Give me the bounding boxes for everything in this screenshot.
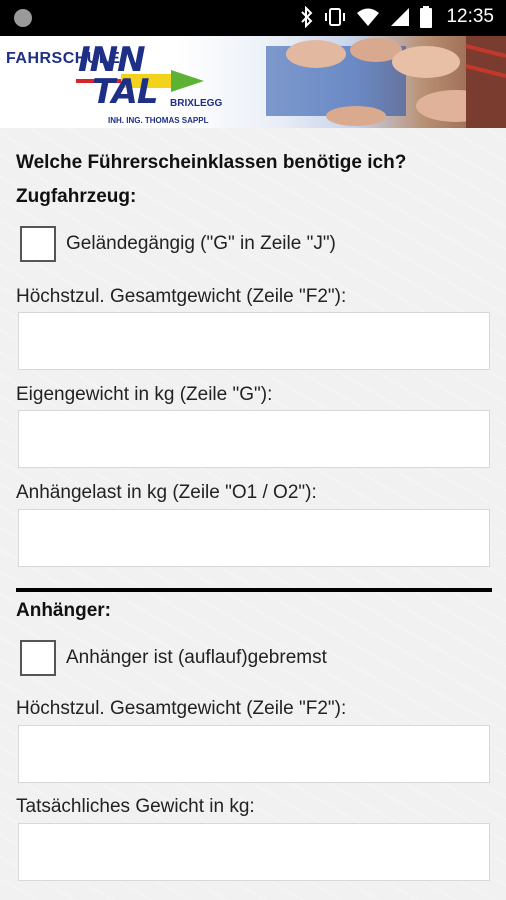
trailer-heading: Anhänger: — [16, 600, 111, 621]
section-divider — [16, 588, 492, 592]
signal-icon — [391, 8, 410, 26]
brand-logo: INN TAL — [78, 43, 159, 112]
brand-owner: INH. ING. THOMAS SAPPL — [108, 116, 209, 125]
status-bar: 12:35 — [0, 0, 506, 36]
status-icons: 12:35 — [300, 6, 494, 28]
actual-weight-label: Tatsächliches Gewicht in kg: — [16, 796, 255, 817]
form-content[interactable]: Welche Führerscheinklassen benötige ich?… — [0, 128, 506, 900]
towing-vehicle-heading: Zugfahrzeug: — [16, 186, 137, 207]
braked-checkbox[interactable] — [20, 640, 56, 676]
max-weight-field[interactable] — [18, 312, 490, 370]
vibrate-icon — [325, 8, 346, 26]
braked-label: Anhänger ist (auflauf)gebremst — [66, 647, 327, 668]
offroad-checkbox-row[interactable]: Geländegängig ("G" in Zeile "J") — [20, 226, 336, 262]
own-weight-label: Eigengewicht in kg (Zeile "G"): — [16, 384, 273, 405]
brand-logo-line2: TAL — [92, 72, 159, 112]
actual-weight-field[interactable] — [18, 823, 490, 881]
clock: 12:35 — [446, 6, 494, 27]
hands-photo — [266, 36, 506, 128]
braked-checkbox-row[interactable]: Anhänger ist (auflauf)gebremst — [20, 640, 327, 676]
trailer-load-field[interactable] — [18, 509, 490, 567]
form-title: Welche Führerscheinklassen benötige ich? — [16, 152, 407, 173]
trailer-load-label: Anhängelast in kg (Zeile "O1 / O2"): — [16, 482, 317, 503]
own-weight-field[interactable] — [18, 410, 490, 468]
max-weight-label: Höchstzul. Gesamtgewicht (Zeile "F2"): — [16, 286, 347, 307]
trailer-max-weight-field[interactable] — [18, 725, 490, 783]
trailer-max-weight-label: Höchstzul. Gesamtgewicht (Zeile "F2"): — [16, 698, 347, 719]
wifi-icon — [357, 8, 380, 26]
offroad-label: Geländegängig ("G" in Zeile "J") — [66, 233, 336, 254]
offroad-checkbox[interactable] — [20, 226, 56, 262]
brand-location: BRIXLEGG — [170, 98, 223, 109]
header-banner: FAHRSCHULE INN TAL BRIXLEGG INH. ING. TH… — [0, 36, 506, 128]
notification-dot-icon — [14, 9, 32, 27]
battery-icon — [420, 6, 433, 28]
bluetooth-icon — [301, 6, 313, 28]
